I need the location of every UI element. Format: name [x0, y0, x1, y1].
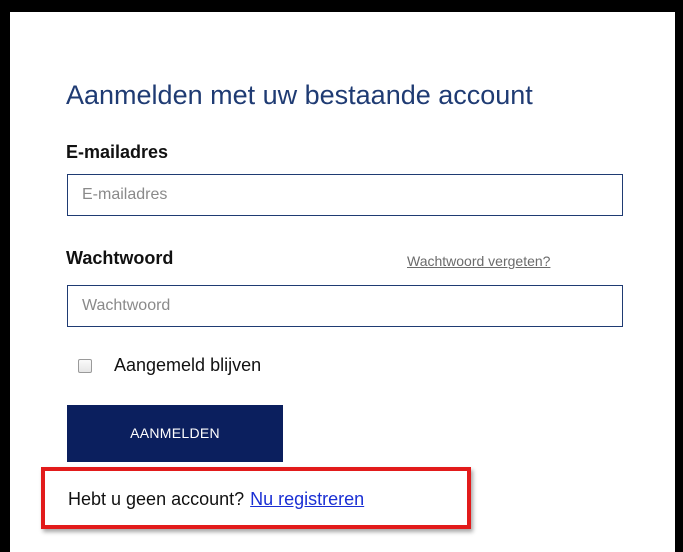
signup-prompt: Hebt u geen account? Nu registreren [68, 489, 364, 510]
remember-me: Aangemeld blijven [78, 355, 261, 376]
register-link[interactable]: Nu registreren [250, 489, 364, 509]
password-label: Wachtwoord [66, 248, 174, 268]
login-panel: Aanmelden met uw bestaande account E-mai… [0, 0, 683, 552]
email-field[interactable] [67, 174, 623, 216]
page-title: Aanmelden met uw bestaande account [66, 80, 533, 110]
remember-me-checkbox[interactable] [78, 358, 92, 373]
sign-in-button[interactable]: AANMELDEN [67, 405, 283, 462]
signup-prompt-text: Hebt u geen account? [68, 489, 245, 509]
email-label: E-mailadres [66, 142, 169, 162]
password-field[interactable] [67, 285, 623, 327]
remember-me-label: Aangemeld blijven [114, 355, 262, 375]
forgot-password-link[interactable]: Wachtwoord vergeten? [407, 253, 550, 269]
